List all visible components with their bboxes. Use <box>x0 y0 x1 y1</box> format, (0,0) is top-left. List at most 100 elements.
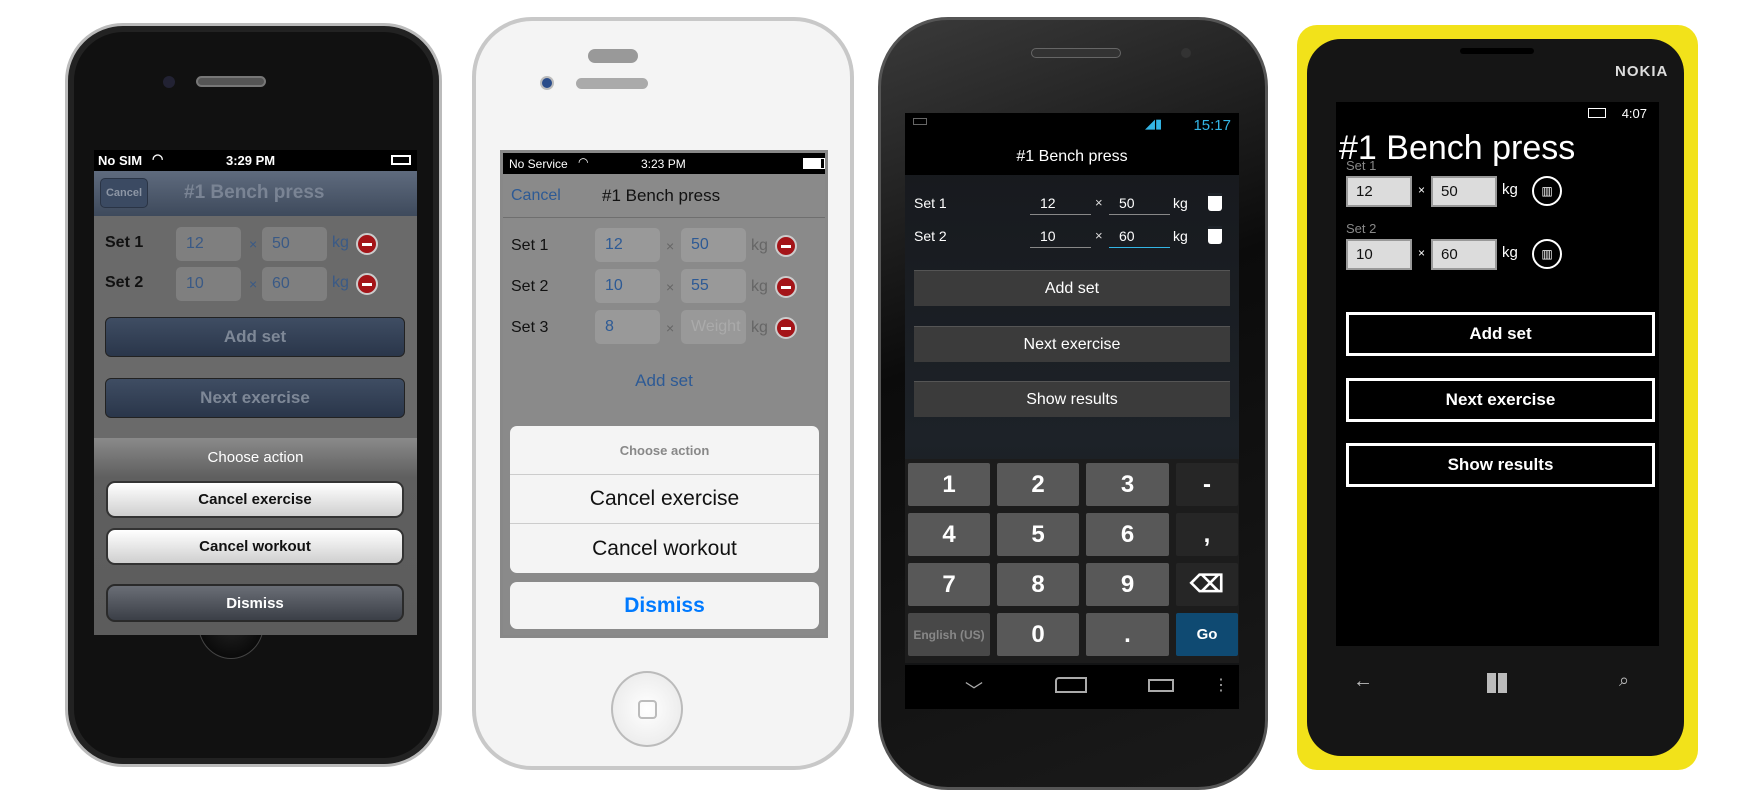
reps-input[interactable]: 12 <box>595 228 660 262</box>
ios6-screen: No SIM ◠ 3:29 PM Cancel #1 Bench press S… <box>94 150 417 635</box>
camera-icon <box>1181 48 1191 58</box>
cancel-button[interactable]: Cancel <box>511 187 561 205</box>
add-set-button[interactable]: Add set <box>1346 312 1655 356</box>
action-sheet: Choose action Cancel exercise Cancel wor… <box>94 438 417 635</box>
trash-icon[interactable] <box>1208 226 1222 244</box>
times-sign: × <box>1095 228 1103 243</box>
set-label: Set 2 <box>914 228 947 244</box>
page-title: #1 Bench press <box>184 182 325 203</box>
battery-icon <box>803 158 825 169</box>
cancel-exercise-button[interactable]: Cancel exercise <box>510 475 819 524</box>
trash-icon[interactable]: ▥ <box>1532 176 1562 206</box>
reps-input[interactable]: 10 <box>176 267 241 301</box>
trash-icon[interactable] <box>1208 193 1222 211</box>
add-set-button[interactable]: Add set <box>914 270 1230 306</box>
cancel-workout-button[interactable]: Cancel workout <box>510 524 819 573</box>
next-exercise-button[interactable]: Next exercise <box>914 326 1230 362</box>
nav-bar: Cancel #1 Bench press <box>503 174 825 218</box>
key[interactable]: Go <box>1176 613 1238 656</box>
key[interactable]: 9 <box>1086 563 1169 606</box>
unit-label: kg <box>1502 181 1518 198</box>
show-results-button[interactable]: Show results <box>914 381 1230 417</box>
ios7-screen: No Service ◠ 3:23 PM Cancel #1 Bench pre… <box>500 150 828 638</box>
back-icon[interactable]: ← <box>1353 670 1373 693</box>
delete-set-icon[interactable] <box>356 233 378 255</box>
cancel-button[interactable]: Cancel <box>100 178 148 208</box>
reps-input[interactable]: 10 <box>595 269 660 303</box>
home-icon[interactable] <box>1055 677 1087 693</box>
numeric-keyboard: 1 2 3- 4 5 6, 7 8 9 ⌫ English (US) 0. Go <box>905 459 1239 663</box>
next-exercise-button[interactable]: Next exercise <box>105 378 405 418</box>
recent-apps-icon[interactable] <box>1148 679 1174 692</box>
delete-set-icon[interactable] <box>775 276 797 298</box>
dismiss-button[interactable]: Dismiss <box>106 584 404 622</box>
status-time: 4:07 <box>1621 106 1647 121</box>
key[interactable]: 7 <box>908 563 990 606</box>
camera-icon <box>540 76 554 90</box>
reps-input[interactable]: 10 <box>1030 224 1091 248</box>
delete-set-icon[interactable] <box>775 235 797 257</box>
key[interactable]: 4 <box>908 513 990 556</box>
times-sign: × <box>1095 195 1103 210</box>
delete-set-icon[interactable] <box>775 317 797 339</box>
nokia-logo: NOKIA <box>1615 63 1669 80</box>
keyboard-icon <box>913 118 927 125</box>
set-label: Set 1 <box>511 237 549 254</box>
reps-input[interactable]: 8 <box>595 310 660 344</box>
unit-label: kg <box>332 234 349 251</box>
show-results-button[interactable]: Show results <box>1346 443 1655 487</box>
weight-input[interactable]: 55 <box>681 269 746 303</box>
sensor <box>588 49 638 63</box>
key[interactable]: 1 <box>908 463 990 506</box>
weight-input[interactable]: 50 <box>262 227 327 261</box>
carrier-text: No SIM <box>98 153 143 168</box>
cancel-workout-button[interactable]: Cancel workout <box>106 528 404 565</box>
key[interactable]: 0 <box>997 613 1079 656</box>
key[interactable]: English (US) <box>908 613 990 656</box>
reps-input[interactable]: 10 <box>1346 239 1412 270</box>
trash-icon[interactable]: ▥ <box>1532 239 1562 269</box>
status-time: 15:17 <box>1193 117 1231 134</box>
speaker-grille <box>196 76 266 87</box>
key[interactable]: - <box>1176 463 1238 506</box>
dismiss-button[interactable]: Dismiss <box>510 582 819 629</box>
search-icon[interactable]: ⌕ <box>1619 670 1629 691</box>
weight-input[interactable]: 50 <box>1109 191 1170 215</box>
times-sign: × <box>249 236 258 252</box>
weight-input[interactable]: Weight <box>681 310 746 344</box>
weight-input[interactable]: 60 <box>262 267 327 301</box>
add-set-button[interactable]: Add set <box>105 317 405 357</box>
reps-input[interactable]: 12 <box>1346 176 1412 207</box>
reps-input[interactable]: 12 <box>176 227 241 261</box>
weight-input[interactable]: 50 <box>681 228 746 262</box>
sheet-title: Choose action <box>207 449 304 466</box>
unit-label: kg <box>1502 244 1518 261</box>
nav-bar: Cancel #1 Bench press <box>94 171 417 216</box>
weight-input[interactable]: 60 <box>1431 239 1497 270</box>
status-bar: ◢▮ 15:17 <box>905 113 1239 138</box>
windows-icon[interactable] <box>1487 673 1507 693</box>
weight-input[interactable]: 50 <box>1431 176 1497 207</box>
key[interactable]: , <box>1176 513 1238 556</box>
key[interactable]: 3 <box>1086 463 1169 506</box>
status-time: 3:23 PM <box>641 157 686 171</box>
next-exercise-button[interactable]: Next exercise <box>1346 378 1655 422</box>
times-sign: × <box>1418 183 1426 197</box>
key[interactable]: 2 <box>997 463 1079 506</box>
home-button[interactable] <box>611 671 683 747</box>
key[interactable]: 8 <box>997 563 1079 606</box>
key[interactable]: ⌫ <box>1176 563 1238 606</box>
menu-icon[interactable]: ⋮ <box>1213 675 1229 695</box>
times-sign: × <box>249 276 258 292</box>
cancel-exercise-button[interactable]: Cancel exercise <box>106 481 404 518</box>
key[interactable]: 5 <box>997 513 1079 556</box>
weight-input[interactable]: 60 <box>1109 224 1170 248</box>
page-title: #1 Bench press <box>602 186 721 205</box>
key[interactable]: . <box>1086 613 1169 656</box>
delete-set-icon[interactable] <box>356 273 378 295</box>
key[interactable]: 6 <box>1086 513 1169 556</box>
add-set-button[interactable]: Add set <box>503 371 825 391</box>
reps-input[interactable]: 12 <box>1030 191 1091 215</box>
status-bar: No Service ◠ 3:23 PM <box>503 153 825 174</box>
back-icon[interactable]: ﹀ <box>965 677 983 703</box>
